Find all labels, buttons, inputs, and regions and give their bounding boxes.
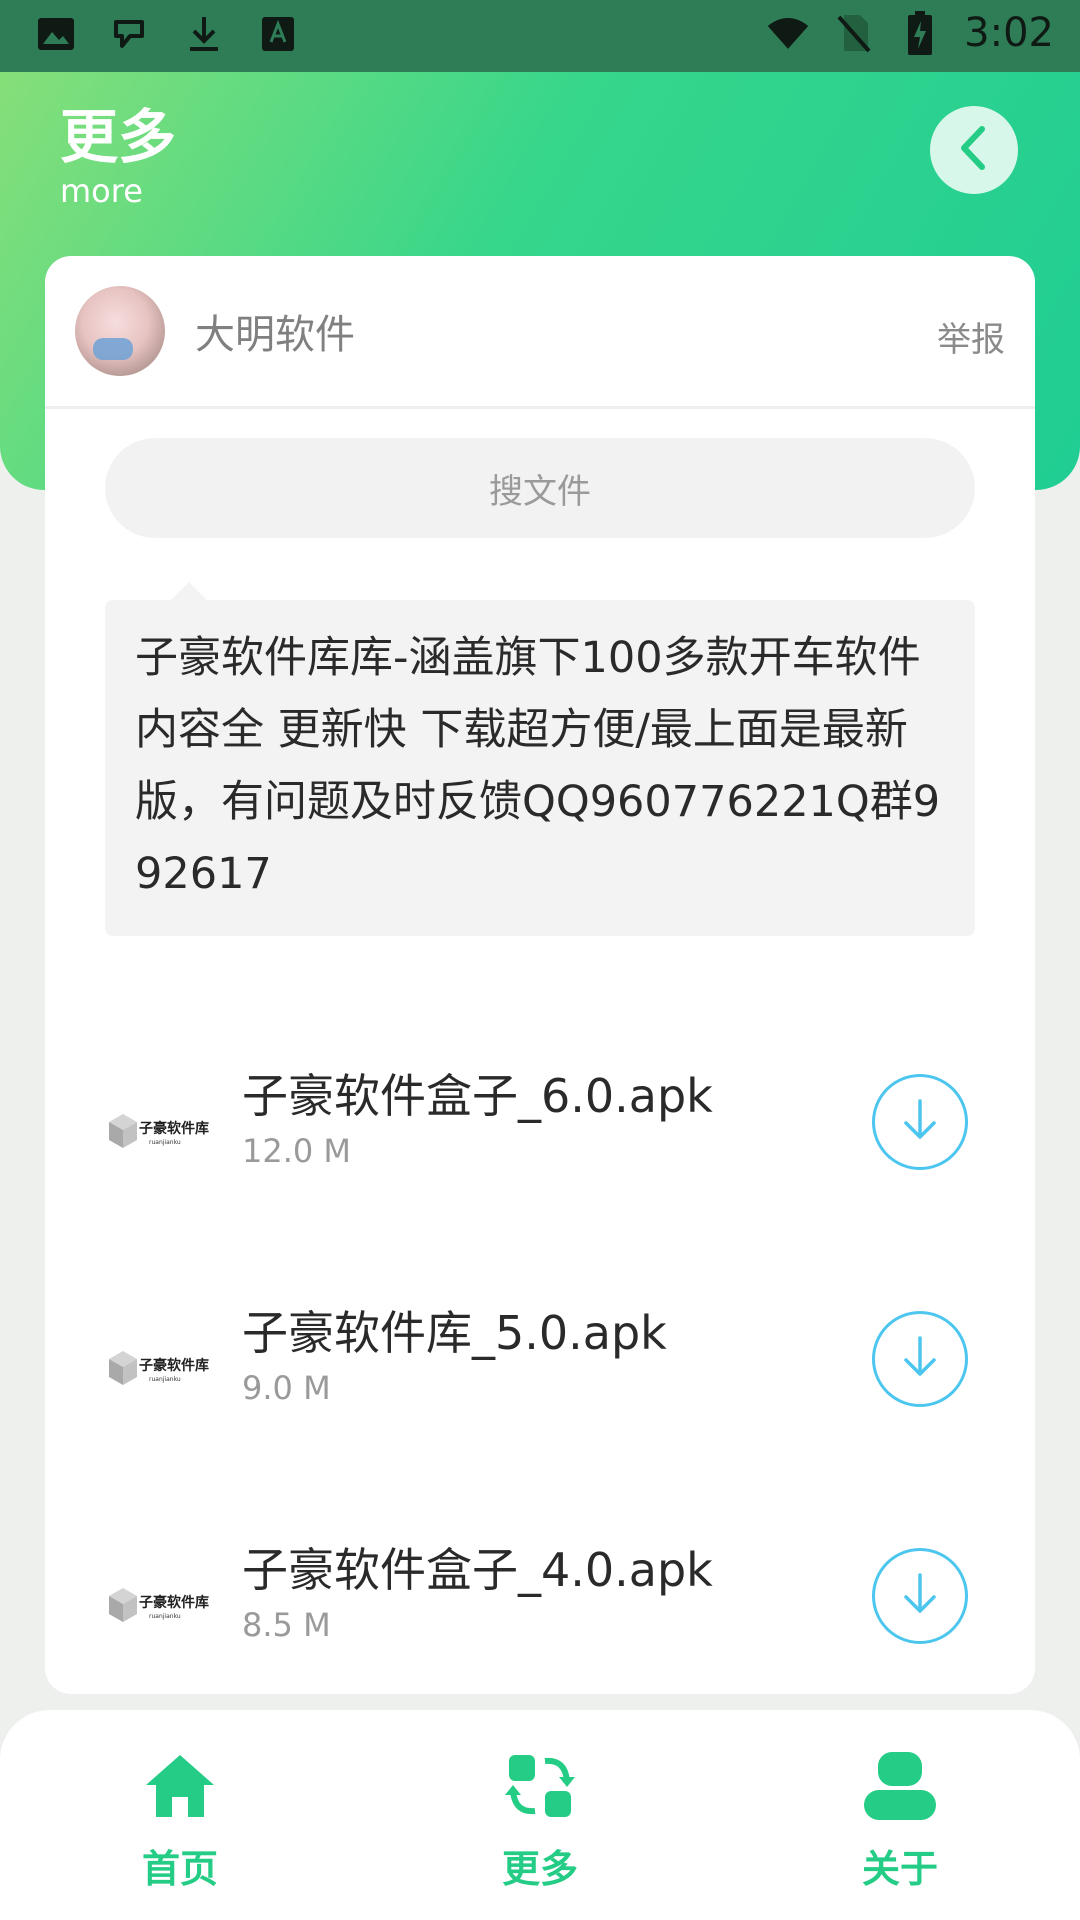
notice-box: 子豪软件库库-涵盖旗下100多款开车软件 内容全 更新快 下载超方便/最上面是最…	[105, 600, 975, 936]
image-icon	[34, 12, 78, 56]
file-name: 子豪软件库_5.0.apk	[242, 1306, 667, 1360]
owner-row: 大明软件 举报	[45, 256, 1035, 409]
app-logo-icon: 子豪软件库 ruanjianku	[105, 1574, 215, 1634]
download-button[interactable]	[872, 1311, 968, 1407]
search-input[interactable]: 搜文件	[105, 438, 975, 538]
notice-pointer	[171, 582, 207, 600]
file-size: 12.0 M	[242, 1132, 352, 1170]
nav-item-home[interactable]: 首页	[80, 1746, 280, 1896]
arrow-down-icon	[898, 1095, 942, 1149]
file-name: 子豪软件盒子_6.0.apk	[242, 1069, 713, 1123]
home-icon	[140, 1746, 220, 1826]
svg-text:ruanjianku: ruanjianku	[149, 1613, 181, 1620]
bottom-navigation: 首页 更多 关于	[0, 1710, 1080, 1920]
app-logo-icon: 子豪软件库 ruanjianku	[105, 1337, 215, 1397]
chevron-left-icon	[954, 123, 994, 177]
status-time: 3:02	[964, 10, 1054, 56]
download-icon	[182, 12, 226, 56]
notice-text: 子豪软件库库-涵盖旗下100多款开车软件 内容全 更新快 下载超方便/最上面是最…	[135, 633, 941, 899]
file-size: 9.0 M	[242, 1369, 331, 1407]
svg-text:子豪软件库: 子豪软件库	[139, 1594, 209, 1611]
download-button[interactable]	[872, 1548, 968, 1644]
file-item[interactable]: 子豪软件库 ruanjianku 子豪软件库_5.0.apk 9.0 M	[45, 1289, 1035, 1439]
svg-text:子豪软件库: 子豪软件库	[139, 1357, 209, 1374]
file-size: 8.5 M	[242, 1606, 331, 1644]
nav-label: 更多	[501, 1847, 578, 1891]
page-subtitle: more	[60, 172, 143, 210]
status-bar: 3:02	[0, 0, 1080, 72]
svg-text:ruanjianku: ruanjianku	[149, 1376, 181, 1383]
owner-name: 大明软件	[195, 312, 355, 358]
nav-label: 关于	[861, 1847, 938, 1891]
nav-item-about[interactable]: 关于	[800, 1746, 1000, 1896]
arrow-down-icon	[898, 1569, 942, 1623]
report-link[interactable]: 举报	[937, 312, 1005, 361]
swap-icon	[500, 1746, 580, 1826]
file-item[interactable]: 子豪软件库 ruanjianku 子豪软件盒子_6.0.apk 12.0 M	[45, 1052, 1035, 1202]
app-logo-icon: 子豪软件库 ruanjianku	[105, 1100, 215, 1160]
text-a-icon	[256, 12, 300, 56]
content-card: 大明软件 举报 搜文件 子豪软件库库-涵盖旗下100多款开车软件 内容全 更新快…	[45, 256, 1035, 1694]
battery-charging-icon	[898, 11, 942, 55]
svg-text:ruanjianku: ruanjianku	[149, 1139, 181, 1146]
file-item[interactable]: 子豪软件库 ruanjianku 子豪软件盒子_4.0.apk 8.5 M	[45, 1526, 1035, 1676]
user-icon	[860, 1746, 940, 1826]
page-title: 更多	[60, 103, 177, 171]
chat-app-icon	[108, 12, 152, 56]
no-sim-icon	[832, 11, 876, 55]
nav-item-more[interactable]: 更多	[440, 1746, 640, 1896]
wifi-icon	[766, 11, 810, 55]
back-button[interactable]	[930, 106, 1018, 194]
avatar[interactable]	[75, 286, 165, 376]
arrow-down-icon	[898, 1332, 942, 1386]
svg-text:子豪软件库: 子豪软件库	[139, 1120, 209, 1137]
file-name: 子豪软件盒子_4.0.apk	[242, 1543, 713, 1597]
nav-label: 首页	[141, 1847, 218, 1891]
download-button[interactable]	[872, 1074, 968, 1170]
